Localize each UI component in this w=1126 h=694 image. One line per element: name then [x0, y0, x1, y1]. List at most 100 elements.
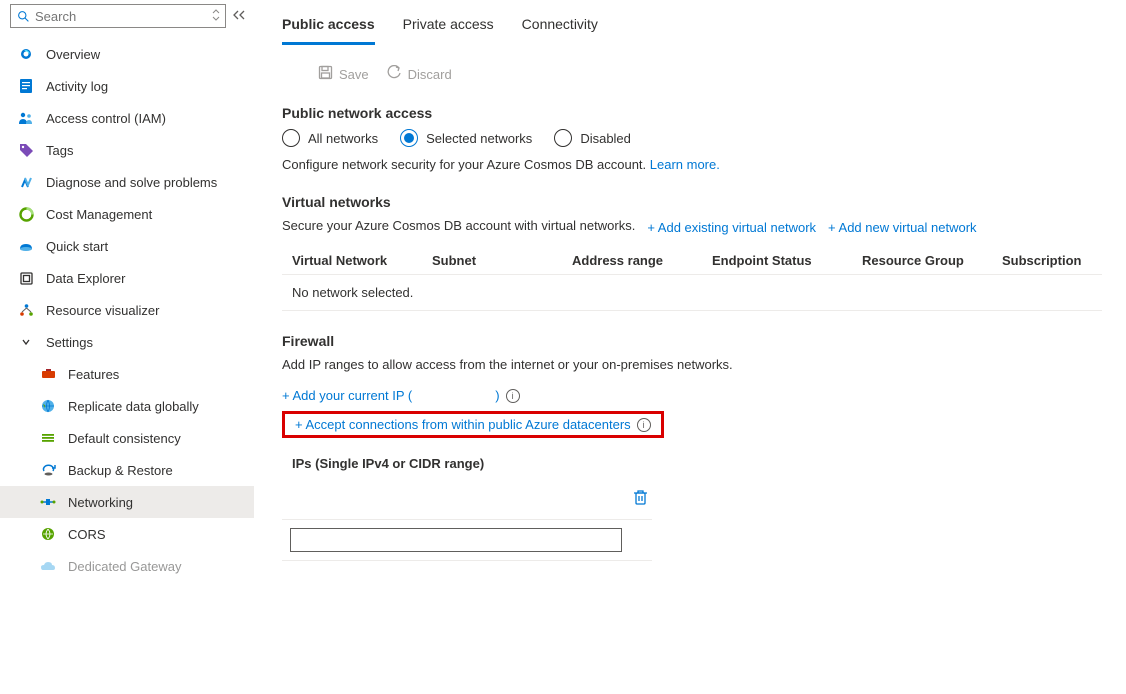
vnet-desc: Secure your Azure Cosmos DB account with… — [282, 218, 635, 233]
col-address-range: Address range — [572, 247, 712, 275]
sidebar-group-settings[interactable]: Settings — [0, 326, 254, 358]
sidebar-item-cost-management[interactable]: Cost Management — [0, 198, 254, 230]
sidebar-item-backup[interactable]: Backup & Restore — [0, 454, 254, 486]
sidebar-item-label: Dedicated Gateway — [68, 559, 181, 574]
features-icon — [40, 366, 56, 382]
col-endpoint-status: Endpoint Status — [712, 247, 862, 275]
nav-list: Overview Activity log Access control (IA… — [0, 38, 254, 582]
learn-more-link[interactable]: Learn more. — [650, 157, 720, 172]
col-ips: IPs (Single IPv4 or CIDR range) — [282, 442, 652, 479]
save-button[interactable]: Save — [318, 65, 369, 83]
public-network-access-heading: Public network access — [282, 105, 1126, 121]
table-row — [282, 479, 652, 520]
sidebar-item-label: Cost Management — [46, 207, 152, 222]
col-subnet: Subnet — [432, 247, 572, 275]
sidebar-item-label: Networking — [68, 495, 133, 510]
sidebar-item-label: Tags — [46, 143, 73, 158]
add-new-vnet-link[interactable]: + Add new virtual network — [828, 220, 977, 235]
tabs: Public access Private access Connectivit… — [282, 14, 1126, 45]
ip-input[interactable] — [290, 528, 622, 552]
networking-icon — [40, 494, 56, 510]
discard-icon — [387, 65, 402, 83]
cors-icon — [40, 526, 56, 542]
accept-azure-datacenters-link[interactable]: + Accept connections from within public … — [295, 417, 631, 432]
sidebar-item-networking[interactable]: Networking — [0, 486, 254, 518]
save-label: Save — [339, 67, 369, 82]
sidebar-item-access-control[interactable]: Access control (IAM) — [0, 102, 254, 134]
sidebar-item-diagnose[interactable]: Diagnose and solve problems — [0, 166, 254, 198]
col-virtual-network: Virtual Network — [282, 247, 432, 275]
sidebar-item-label: Overview — [46, 47, 100, 62]
globe-icon — [40, 398, 56, 414]
radio-label: Disabled — [580, 131, 631, 146]
sidebar-item-label: Data Explorer — [46, 271, 125, 286]
chevron-down-icon — [18, 334, 34, 350]
sidebar-item-consistency[interactable]: Default consistency — [0, 422, 254, 454]
radio-selected-networks[interactable]: Selected networks — [400, 129, 532, 147]
quickstart-icon — [18, 238, 34, 254]
sort-icon[interactable] — [211, 9, 221, 24]
gateway-icon — [40, 558, 56, 574]
ip-table: IPs (Single IPv4 or CIDR range) — [282, 442, 652, 561]
consistency-icon — [40, 430, 56, 446]
radio-disabled[interactable]: Disabled — [554, 129, 631, 147]
sidebar-item-label: CORS — [68, 527, 106, 542]
tab-connectivity[interactable]: Connectivity — [522, 14, 598, 45]
empty-message: No network selected. — [282, 275, 1102, 311]
virtual-networks-heading: Virtual networks — [282, 194, 1126, 210]
data-explorer-icon — [18, 270, 34, 286]
overview-icon — [18, 46, 34, 62]
tab-public-access[interactable]: Public access — [282, 14, 375, 45]
sidebar-item-cors[interactable]: CORS — [0, 518, 254, 550]
sidebar-item-label: Quick start — [46, 239, 108, 254]
search-icon — [15, 8, 31, 24]
public-access-desc: Configure network security for your Azur… — [282, 157, 1126, 172]
sidebar-item-activity-log[interactable]: Activity log — [0, 70, 254, 102]
sidebar-item-features[interactable]: Features — [0, 358, 254, 390]
collapse-icon[interactable] — [232, 9, 246, 24]
tab-private-access[interactable]: Private access — [403, 14, 494, 45]
access-control-icon — [18, 110, 34, 126]
discard-label: Discard — [408, 67, 452, 82]
add-existing-vnet-link[interactable]: + Add existing virtual network — [647, 220, 816, 235]
tags-icon — [18, 142, 34, 158]
trash-icon[interactable] — [633, 494, 648, 509]
main-content: Public access Private access Connectivit… — [254, 0, 1126, 694]
search-box[interactable] — [10, 4, 226, 28]
search-input[interactable] — [31, 9, 211, 24]
radio-label: Selected networks — [426, 131, 532, 146]
activity-log-icon — [18, 78, 34, 94]
sidebar-item-replicate[interactable]: Replicate data globally — [0, 390, 254, 422]
info-icon[interactable]: i — [637, 418, 651, 432]
highlight-accept-azure: + Accept connections from within public … — [282, 411, 664, 438]
resource-visualizer-icon — [18, 302, 34, 318]
sidebar-item-label: Activity log — [46, 79, 108, 94]
info-icon[interactable]: i — [506, 389, 520, 403]
backup-icon — [40, 462, 56, 478]
firewall-heading: Firewall — [282, 333, 1126, 349]
radio-label: All networks — [308, 131, 378, 146]
sidebar-item-data-explorer[interactable]: Data Explorer — [0, 262, 254, 294]
add-current-ip-link[interactable]: + Add your current IP ( ) — [282, 388, 500, 403]
col-resource-group: Resource Group — [862, 247, 1002, 275]
radio-all-networks[interactable]: All networks — [282, 129, 378, 147]
sidebar-item-label: Features — [68, 367, 119, 382]
discard-button[interactable]: Discard — [387, 65, 452, 83]
sidebar-item-tags[interactable]: Tags — [0, 134, 254, 166]
sidebar-item-resource-visualizer[interactable]: Resource visualizer — [0, 294, 254, 326]
table-row: No network selected. — [282, 275, 1102, 311]
sidebar-item-quick-start[interactable]: Quick start — [0, 230, 254, 262]
sidebar-item-label: Default consistency — [68, 431, 181, 446]
sidebar-item-overview[interactable]: Overview — [0, 38, 254, 70]
sidebar-item-label: Resource visualizer — [46, 303, 159, 318]
sidebar: Overview Activity log Access control (IA… — [0, 0, 254, 694]
diagnose-icon — [18, 174, 34, 190]
cost-icon — [18, 206, 34, 222]
sidebar-item-label: Diagnose and solve problems — [46, 175, 217, 190]
sidebar-item-label: Backup & Restore — [68, 463, 173, 478]
vnet-table: Virtual Network Subnet Address range End… — [282, 247, 1102, 311]
sidebar-item-dedicated-gateway[interactable]: Dedicated Gateway — [0, 550, 254, 582]
network-access-radiogroup: All networks Selected networks Disabled — [282, 129, 1126, 147]
sidebar-item-label: Access control (IAM) — [46, 111, 166, 126]
sidebar-group-label: Settings — [46, 335, 93, 350]
